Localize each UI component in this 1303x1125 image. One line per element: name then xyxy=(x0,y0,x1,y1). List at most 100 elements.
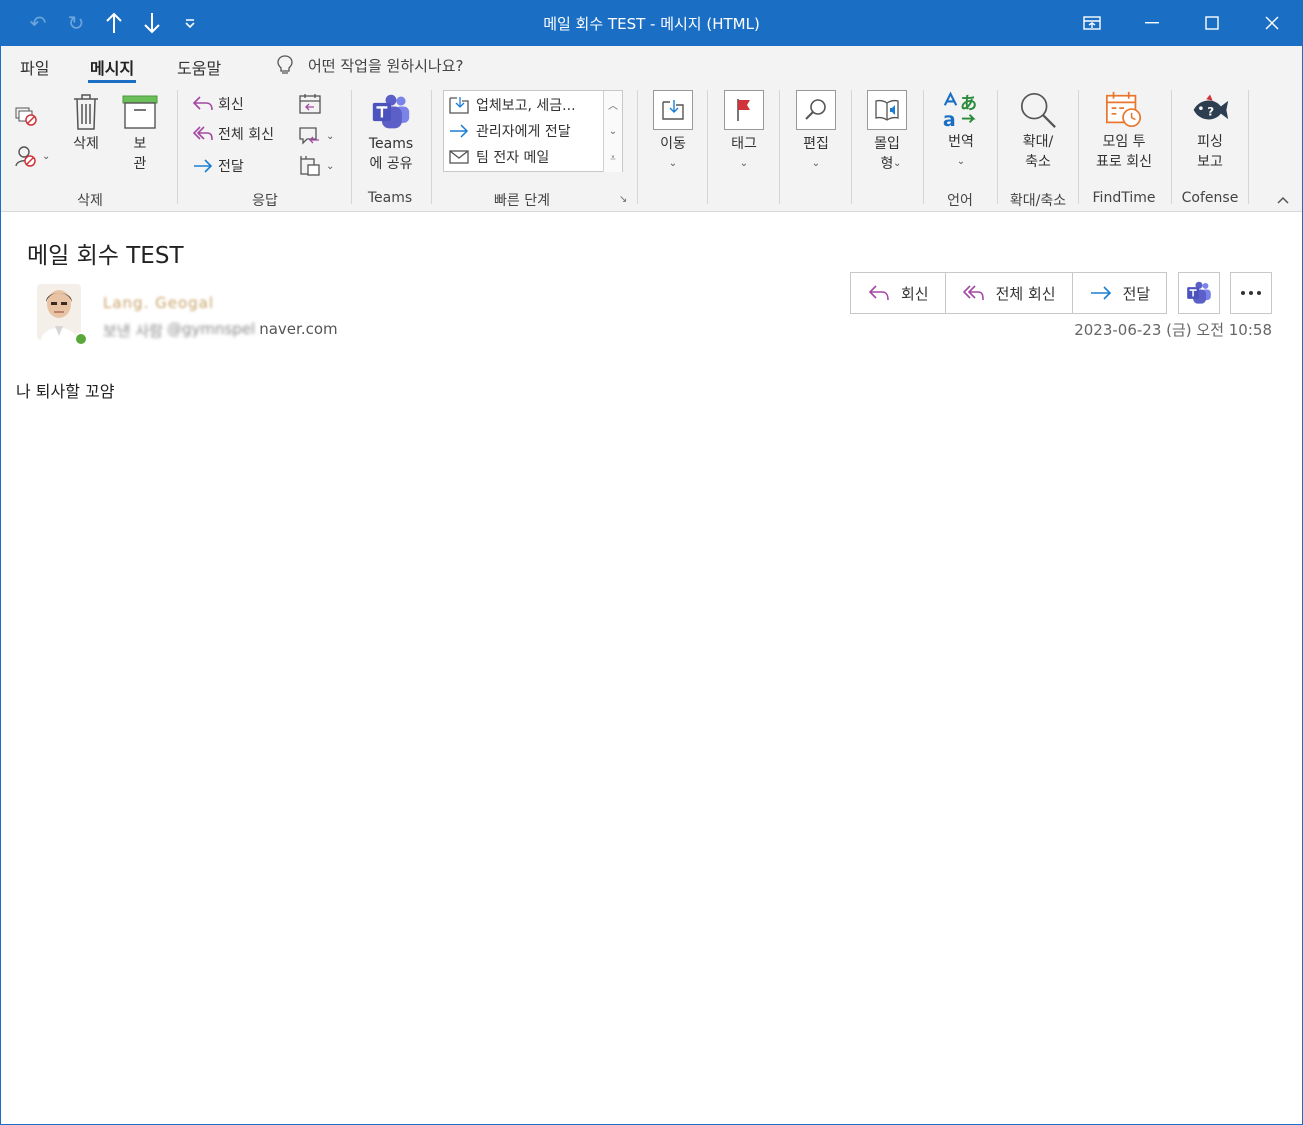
message-body: 나 퇴사할 꼬얌 xyxy=(16,382,115,401)
share-to-teams-label: Teams 에 공유 xyxy=(368,136,414,172)
customize-qat-icon[interactable] xyxy=(176,9,204,37)
archive-button[interactable]: 보 관 xyxy=(120,92,160,174)
delete-button[interactable]: 삭제 xyxy=(64,92,108,154)
quick-step-item[interactable]: 팀 전자 메일 xyxy=(448,145,549,169)
teams-group-label: Teams xyxy=(367,190,413,206)
phishing-fish-icon: ? xyxy=(1190,90,1230,130)
message-subject: 메일 회수 TEST xyxy=(27,243,184,269)
findtime-poll-button[interactable]: 모임 투 표로 회신 xyxy=(1088,90,1160,172)
teams-icon xyxy=(371,92,411,132)
reply-all-icon xyxy=(192,126,213,141)
move-to-folder-icon xyxy=(449,97,469,114)
undo-icon[interactable]: ↶ xyxy=(24,9,52,37)
tab-help[interactable]: 도움말 xyxy=(177,55,221,79)
collapse-ribbon-icon[interactable] xyxy=(1276,192,1290,208)
gallery-scroll-down-icon[interactable]: ⌄ xyxy=(603,118,622,145)
group-separator xyxy=(637,90,638,204)
forward-button[interactable]: 전달 xyxy=(192,154,244,178)
arrow-up-icon[interactable] xyxy=(100,9,128,37)
ribbon-display-options-icon[interactable] xyxy=(1062,0,1122,46)
reply-all-icon xyxy=(962,285,984,301)
ignore-button[interactable] xyxy=(14,104,38,128)
tags-button[interactable]: 태그 ⌄ xyxy=(721,90,767,174)
svg-text:?: ? xyxy=(1207,104,1214,118)
ignore-icon xyxy=(15,107,37,126)
chevron-down-icon: ⌄ xyxy=(893,157,902,169)
more-respond-icon xyxy=(300,156,320,176)
immersive-reader-button[interactable]: 몰입 형 xyxy=(864,90,910,174)
editing-label: 편집 xyxy=(803,136,829,152)
chevron-down-icon: ⌄ xyxy=(668,158,678,169)
sender-name[interactable]: Lang. Geogal xyxy=(103,294,214,312)
group-separator xyxy=(351,90,352,204)
group-separator xyxy=(1078,90,1079,204)
tab-message[interactable]: 메시지 xyxy=(87,55,137,83)
findtime-poll-label: 모임 투 표로 회신 xyxy=(1096,134,1152,170)
share-to-teams-button[interactable]: Teams 에 공유 xyxy=(362,92,420,174)
translate-label: 번역 xyxy=(948,134,974,150)
tell-me-label: 어떤 작업을 원하시나요? xyxy=(308,56,464,75)
forward-icon xyxy=(1090,286,1111,300)
gallery-more-icon[interactable]: ⩡ xyxy=(603,145,622,172)
reply-label: 회신 xyxy=(218,97,244,113)
reply-label: 회신 xyxy=(901,284,929,303)
archive-label: 보 관 xyxy=(133,136,147,172)
avatar[interactable] xyxy=(37,284,81,340)
quick-steps-group-label: 빠른 단계 xyxy=(494,193,550,209)
teams-button[interactable] xyxy=(1178,272,1220,314)
sender-email-local: @gymnspel xyxy=(166,320,256,338)
group-separator xyxy=(851,90,852,204)
chevron-down-icon: ⌄ xyxy=(956,156,966,167)
group-separator xyxy=(1248,90,1249,204)
forward-icon xyxy=(194,159,213,173)
forward-label: 전달 xyxy=(1122,284,1151,303)
more-respond-button[interactable]: ⌄ xyxy=(298,154,334,178)
tab-file[interactable]: 파일 xyxy=(20,55,49,79)
quick-step-item[interactable]: 관리자에게 전달 xyxy=(448,119,571,143)
quick-step-item[interactable]: 업체보고, 세금... xyxy=(448,93,576,117)
forward-icon xyxy=(450,124,469,138)
redo-icon[interactable]: ↻ xyxy=(62,9,90,37)
flag-icon xyxy=(724,90,764,130)
sender-email-domain: naver.com xyxy=(259,320,338,338)
reply-all-button[interactable]: 전체 회신 xyxy=(192,122,274,146)
tell-me-search[interactable]: 어떤 작업을 원하시나요? xyxy=(276,54,464,76)
gallery-scroll-up-icon[interactable]: ︿ xyxy=(603,91,622,118)
translate-icon: aあ xyxy=(941,90,981,131)
minimize-button[interactable] xyxy=(1122,0,1182,46)
sender-email[interactable]: 보낸 사람 @gymnspel naver.com xyxy=(103,320,338,341)
presence-status-icon xyxy=(74,332,88,346)
translate-button[interactable]: aあ 번역 ⌄ xyxy=(936,90,986,172)
quick-step-label: 관리자에게 전달 xyxy=(476,124,571,140)
junk-button[interactable]: ⌄ xyxy=(14,144,50,168)
reply-button[interactable]: 회신 xyxy=(192,92,244,116)
arrow-down-icon[interactable] xyxy=(138,9,166,37)
close-button[interactable] xyxy=(1242,0,1302,46)
move-button[interactable]: 이동 ⌄ xyxy=(650,90,696,174)
zoom-label: 확대/ 축소 xyxy=(1022,134,1054,170)
zoom-button[interactable]: 확대/ 축소 xyxy=(1010,90,1066,172)
trash-icon xyxy=(66,92,106,132)
svg-text:あ: あ xyxy=(960,94,977,114)
im-reply-button[interactable]: ⌄ xyxy=(298,124,334,148)
more-actions-button[interactable] xyxy=(1230,272,1272,314)
forward-button[interactable]: 전달 xyxy=(1073,273,1167,313)
archive-icon xyxy=(120,92,160,132)
chevron-down-icon: ⌄ xyxy=(326,160,335,172)
editing-button[interactable]: 편집 ⌄ xyxy=(793,90,839,174)
maximize-button[interactable] xyxy=(1182,0,1242,46)
reply-all-button[interactable]: 전체 회신 xyxy=(946,273,1073,313)
move-icon xyxy=(653,90,693,130)
meeting-reply-button[interactable] xyxy=(298,92,322,116)
group-separator xyxy=(177,90,178,204)
chevron-down-icon: ⌄ xyxy=(739,158,749,169)
group-separator xyxy=(707,90,708,204)
title-bar: ↶ ↻ 메일 회수 TEST - 메시지 (HTML) xyxy=(0,0,1303,46)
report-phishing-button[interactable]: ? 피싱 보고 xyxy=(1184,90,1236,172)
reply-button[interactable]: 회신 xyxy=(851,273,946,313)
ribbon-tabs: 파일 메시지 도움말 어떤 작업을 원하시나요? xyxy=(0,46,1303,84)
junk-icon xyxy=(15,146,36,167)
chevron-down-icon: ⌄ xyxy=(811,158,821,169)
cofense-group-label: Cofense xyxy=(1181,190,1239,206)
dialog-launcher-icon[interactable]: ↘ xyxy=(619,192,627,206)
